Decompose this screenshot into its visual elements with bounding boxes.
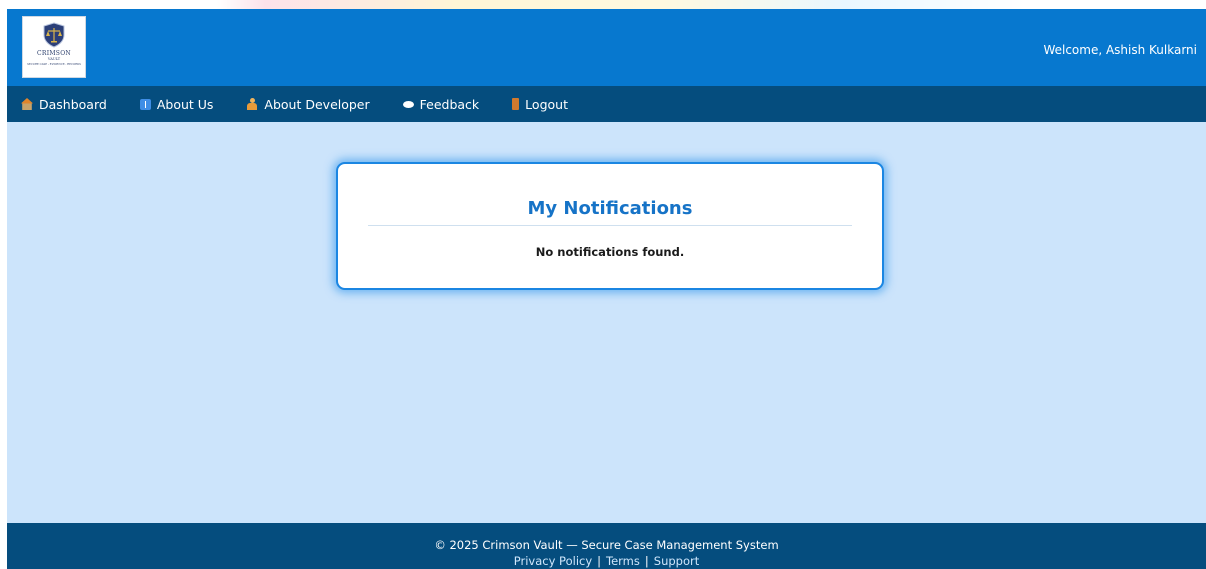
info-icon [139, 98, 151, 110]
page-footer: © 2025 Crimson Vault — Secure Case Manag… [7, 523, 1206, 569]
nav-about-developer-label: About Developer [264, 96, 370, 112]
door-icon [512, 98, 520, 110]
footer-links: Privacy Policy | Terms | Support [7, 554, 1206, 568]
nav-dashboard-label: Dashboard [39, 96, 107, 112]
footer-separator: | [597, 554, 602, 568]
top-header: CRIMSON VAULT SECURE CASE - EVIDENCE - R… [7, 9, 1206, 86]
privacy-policy-link[interactable]: Privacy Policy [514, 554, 592, 568]
house-icon [21, 98, 33, 110]
speech-bubble-icon [402, 101, 414, 108]
app-frame: CRIMSON VAULT SECURE CASE - EVIDENCE - R… [7, 9, 1206, 569]
support-link[interactable]: Support [654, 554, 699, 568]
nav-about-us-label: About Us [156, 96, 214, 112]
nav-logout[interactable]: Logout [512, 97, 568, 112]
main-navbar: Dashboard About Us About Developer Feedb… [7, 86, 1206, 122]
logo-subtitle: VAULT [47, 57, 61, 61]
nav-about-us[interactable]: About Us [139, 96, 214, 112]
shield-scales-icon [43, 22, 65, 48]
nav-logout-label: Logout [525, 96, 568, 112]
nav-about-developer[interactable]: About Developer [246, 96, 370, 112]
nav-dashboard[interactable]: Dashboard [21, 97, 107, 112]
nav-feedback[interactable]: Feedback [402, 96, 480, 112]
top-decorative-strip [0, 0, 1206, 9]
crimson-vault-logo[interactable]: CRIMSON VAULT SECURE CASE - EVIDENCE - R… [22, 16, 86, 78]
empty-state-message: No notifications found. [535, 245, 685, 259]
title-divider [368, 225, 852, 226]
logo-title: CRIMSON [36, 50, 71, 57]
logo-tagline: SECURE CASE - EVIDENCE - RECORDS [27, 63, 81, 66]
welcome-text: Welcome, Ashish Kulkarni [1043, 43, 1197, 57]
notifications-card: My Notifications No notifications found. [336, 162, 884, 290]
terms-link[interactable]: Terms [606, 554, 640, 568]
page-title: My Notifications [527, 198, 693, 219]
nav-feedback-label: Feedback [419, 96, 480, 112]
footer-separator: | [644, 554, 649, 568]
footer-copyright: © 2025 Crimson Vault — Secure Case Manag… [434, 538, 779, 552]
developer-icon [246, 98, 258, 110]
